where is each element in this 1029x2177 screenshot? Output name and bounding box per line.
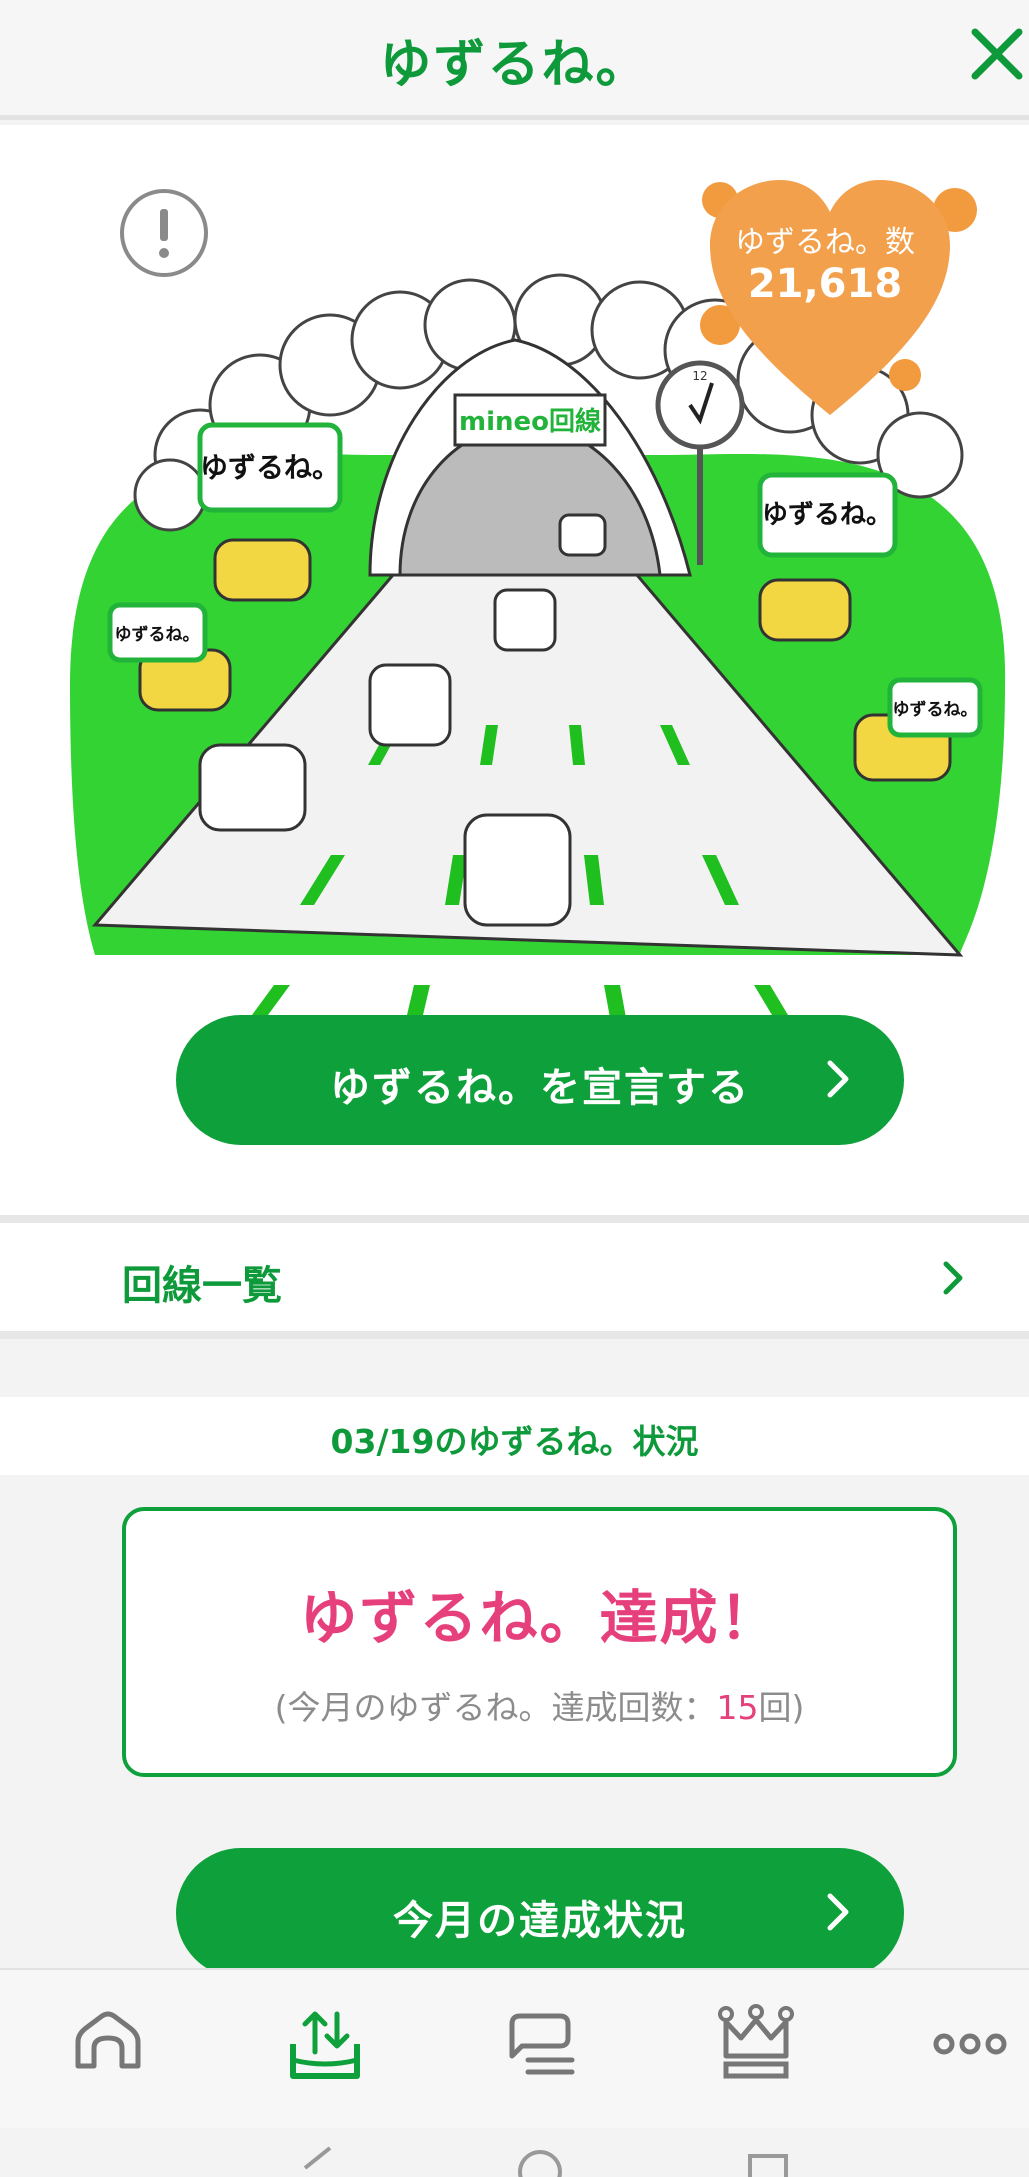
monthly-status-button[interactable]: 今月の達成状況	[176, 1848, 904, 1978]
more-icon[interactable]	[930, 2004, 1010, 2084]
system-navigation-bar	[0, 2128, 1029, 2177]
count-suffix: 回)	[758, 1688, 805, 1727]
share-upload-icon[interactable]	[285, 2004, 365, 2084]
speech-bubble-1: ゆずるね。	[200, 451, 340, 484]
line-list-label: 回線一覧	[122, 1263, 282, 1309]
speech-bubble-3: ゆずるね。	[762, 500, 892, 530]
badge-count: 21,618	[747, 261, 903, 307]
chevron-right-icon	[827, 1060, 849, 1098]
divider	[0, 1215, 1029, 1223]
speech-bubble-2: ゆずるね。	[115, 625, 200, 645]
divider	[0, 1331, 1029, 1339]
speech-bubble-4: ゆずるね。	[893, 700, 978, 720]
achieved-text: ゆずるね。達成！	[299, 1584, 780, 1652]
monthly-count-line: (今月のゆずるね。達成回数：15回)	[126, 1681, 953, 1729]
status-date-title: 03/19のゆずるね。状況	[330, 1422, 699, 1461]
crown-icon[interactable]	[716, 2004, 796, 2084]
chevron-right-icon	[827, 1893, 849, 1931]
app-header: ゆずるね。	[0, 0, 1029, 120]
bottom-tab-bar	[0, 1968, 1029, 2128]
info-icon[interactable]	[118, 187, 210, 279]
count-number: 15	[716, 1688, 759, 1727]
line-list-row[interactable]: 回線一覧	[0, 1223, 1029, 1331]
home-icon[interactable]	[68, 2004, 148, 2084]
status-header: 03/19のゆずるね。状況	[0, 1397, 1029, 1475]
declare-button-label: ゆずるね。を宣言する	[330, 1065, 750, 1111]
chat-icon[interactable]	[500, 2004, 580, 2084]
close-icon[interactable]	[965, 22, 1029, 86]
badge-label: ゆずるね。数	[735, 225, 915, 260]
monthly-button-label: 今月の達成状況	[393, 1898, 687, 1944]
mineo-sign: mineo回線	[459, 406, 601, 437]
declare-button[interactable]: ゆずるね。を宣言する	[176, 1015, 904, 1145]
system-nav-icons	[303, 2146, 788, 2177]
page-title: ゆずるね。	[379, 35, 650, 95]
chevron-right-icon	[943, 1261, 963, 1295]
count-prefix: (今月のゆずるね。達成回数：	[274, 1688, 717, 1727]
status-card: ゆずるね。達成！ (今月のゆずるね。達成回数：15回)	[122, 1507, 957, 1777]
